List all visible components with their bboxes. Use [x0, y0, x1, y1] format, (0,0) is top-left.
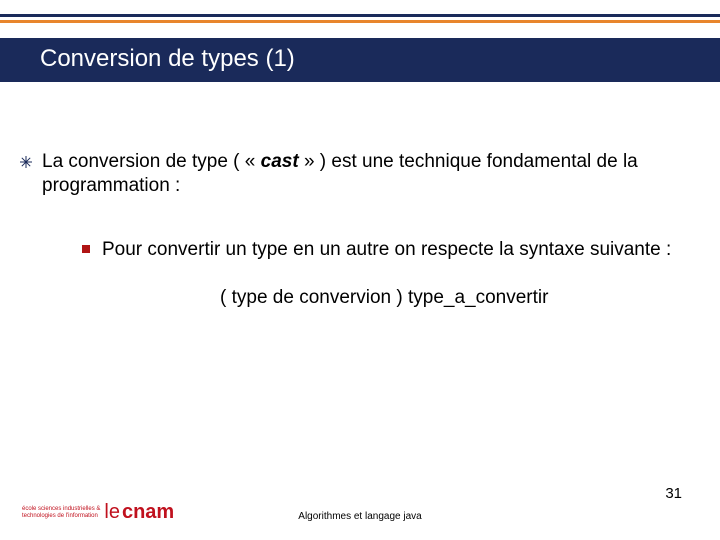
- slide-title: Conversion de types (1): [40, 45, 295, 73]
- bullet-level2: Pour convertir un type en un autre on re…: [82, 238, 690, 262]
- footer-text: Algorithmes et langage java: [298, 511, 421, 522]
- bullet1-bold: cast: [261, 151, 299, 172]
- logo-line2: technologies de l'information: [22, 513, 100, 520]
- decor-orange-bar: [0, 20, 720, 23]
- logo-line1: école sciences industrielles &: [22, 506, 100, 513]
- body: La conversion de type ( « cast » ) est u…: [20, 150, 690, 309]
- sub1-text: Pour convertir un type en un autre on re…: [102, 238, 671, 262]
- sub-bullet-block: Pour convertir un type en un autre on re…: [82, 238, 690, 310]
- page-number: 31: [665, 485, 682, 502]
- logo-le: le: [104, 501, 120, 524]
- bullet1-text: La conversion de type ( « cast » ) est u…: [42, 150, 690, 198]
- logo-subtitle-block: école sciences industrielles & technolog…: [22, 506, 100, 519]
- slide: Conversion de types (1) La conversion de…: [0, 0, 720, 540]
- star-bullet-icon: [20, 156, 32, 168]
- syntax-example: ( type de convervion ) type_a_convertir: [220, 287, 690, 309]
- logo-cnam: cnam: [122, 501, 174, 524]
- bullet-level1: La conversion de type ( « cast » ) est u…: [20, 150, 690, 198]
- decor-navy-bar: [0, 14, 720, 17]
- square-bullet-icon: [82, 245, 90, 253]
- bullet1-pre: La conversion de type ( «: [42, 151, 261, 172]
- cnam-logo: école sciences industrielles & technolog…: [22, 501, 174, 524]
